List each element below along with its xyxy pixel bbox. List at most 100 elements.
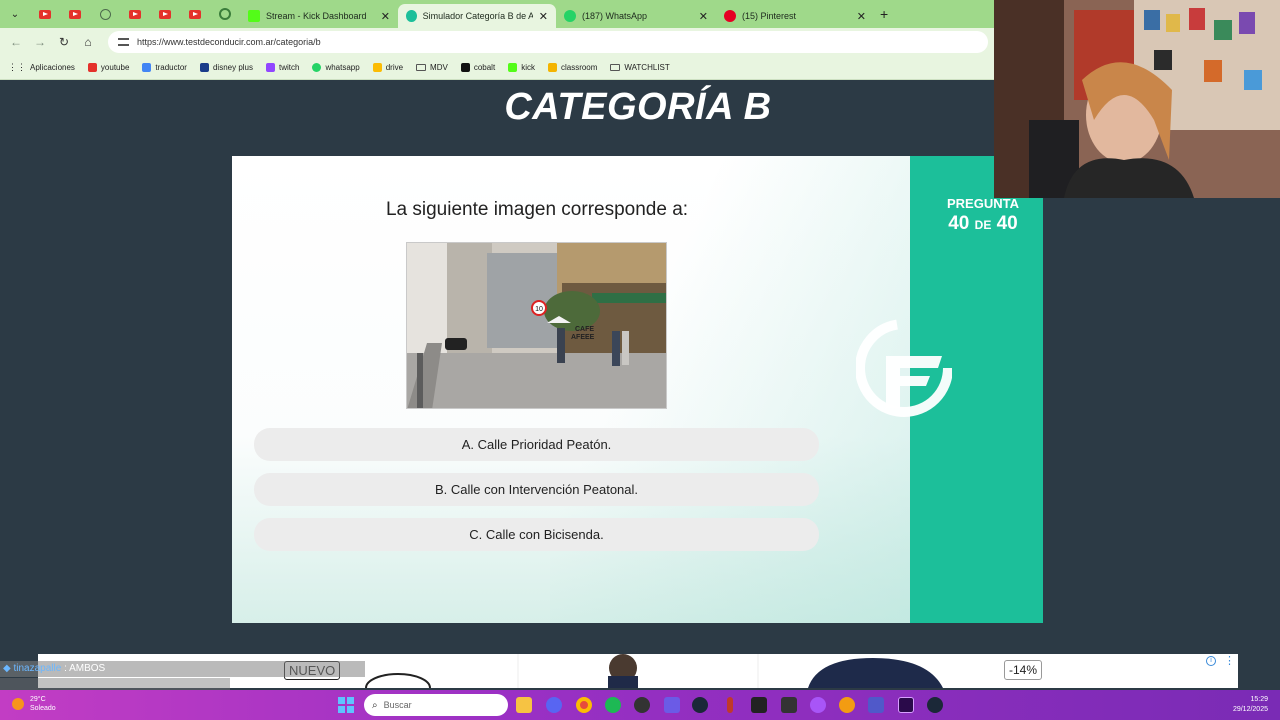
site-logo-icon xyxy=(856,319,952,417)
screen: ⌄ Stream - Kick Dashboard ✕ Simulador Ca… xyxy=(0,0,1280,720)
bookmark-youtube[interactable]: youtube xyxy=(87,63,130,72)
taskbar-search[interactable]: ⌕ Buscar xyxy=(364,694,508,716)
camera-app-icon[interactable] xyxy=(751,697,767,713)
webcam-overlay xyxy=(994,0,1280,198)
progress-current: 40 xyxy=(948,213,970,234)
tab-pinterest[interactable]: (15) Pinterest ✕ xyxy=(716,4,874,28)
bookmark-whatsapp[interactable]: whatsapp xyxy=(312,63,360,72)
youtube-icon xyxy=(189,9,201,19)
pinned-tab-youtube-1[interactable] xyxy=(30,0,60,28)
forward-icon[interactable]: → xyxy=(30,35,50,49)
search-placeholder: Buscar xyxy=(383,700,412,710)
obs-icon[interactable] xyxy=(634,697,650,713)
bookmark-label: Aplicaciones xyxy=(30,63,75,72)
ad-menu-icon[interactable]: ⋮ xyxy=(1224,654,1235,667)
notion-icon[interactable] xyxy=(781,697,797,713)
cobalt-icon xyxy=(460,63,470,72)
answer-option-b[interactable]: B. Calle con Intervención Peatonal. xyxy=(254,473,819,506)
steam-icon[interactable] xyxy=(692,697,708,713)
teams-icon[interactable] xyxy=(868,697,884,713)
testdeconducir-icon xyxy=(406,10,417,22)
bookmark-label: drive xyxy=(385,63,404,72)
ad-info-icon[interactable]: i xyxy=(1206,656,1216,666)
tab-search-menu[interactable]: ⌄ xyxy=(0,0,30,28)
translate-icon xyxy=(142,63,152,72)
bookmark-label: MDV xyxy=(430,63,448,72)
question-image: 10 CAFE AFEEE xyxy=(406,242,667,409)
whatsapp-icon xyxy=(564,10,576,22)
answer-option-c[interactable]: C. Calle con Bicisenda. xyxy=(254,518,819,551)
bookmark-traductor[interactable]: traductor xyxy=(142,63,187,72)
app-icon[interactable] xyxy=(664,697,680,713)
bookmark-label: traductor xyxy=(155,63,187,72)
app-red-icon[interactable] xyxy=(727,697,733,713)
pinned-tab-youtube-4[interactable] xyxy=(150,0,180,28)
youtube-icon xyxy=(159,9,171,19)
chrome-icon[interactable] xyxy=(576,697,592,713)
page-title: CATEGORÍA B xyxy=(504,86,772,128)
address-bar[interactable]: https://www.testdeconducir.com.ar/catego… xyxy=(108,31,988,53)
bookmark-kick[interactable]: kick xyxy=(508,63,535,72)
steam-icon-2[interactable] xyxy=(927,697,943,713)
pinned-tab-globe[interactable] xyxy=(90,0,120,28)
premiere-icon[interactable] xyxy=(898,697,914,713)
discord-icon[interactable] xyxy=(546,697,562,713)
bookmark-watchlist[interactable]: WATCHLIST xyxy=(610,63,670,72)
new-tab-button[interactable]: + xyxy=(880,6,888,22)
bookmark-classroom[interactable]: classroom xyxy=(547,63,598,72)
chat-badge-icon: ◆ xyxy=(3,663,11,674)
fl-studio-icon[interactable] xyxy=(839,697,855,713)
folder-icon xyxy=(610,64,621,71)
tab-label: Simulador Categoría B de Arge xyxy=(422,11,533,21)
site-info-icon[interactable] xyxy=(118,38,129,46)
tab-kick[interactable]: Stream - Kick Dashboard ✕ xyxy=(240,4,398,28)
bookmark-mdv[interactable]: MDV xyxy=(416,63,448,72)
bookmark-aplicaciones[interactable]: ⋮⋮ Aplicaciones xyxy=(8,62,75,73)
system-clock[interactable]: 15:29 29/12/2025 xyxy=(1233,695,1268,715)
pinned-tab-youtube-5[interactable] xyxy=(180,0,210,28)
youtube-icon xyxy=(87,63,97,72)
pinned-tab-youtube-3[interactable] xyxy=(120,0,150,28)
speed-sign-text: 10 xyxy=(535,306,543,313)
close-icon[interactable]: ✕ xyxy=(857,10,866,23)
progress-of: DE xyxy=(974,218,992,232)
chevron-down-icon: ⌄ xyxy=(10,8,20,20)
bookmark-label: twitch xyxy=(279,63,300,72)
bookmark-label: youtube xyxy=(100,63,130,72)
weather-status: Soleado xyxy=(30,705,56,712)
bookmark-cobalt[interactable]: cobalt xyxy=(460,63,496,72)
file-explorer-icon[interactable] xyxy=(516,697,532,713)
sun-icon xyxy=(12,698,24,710)
tab-label: (187) WhatsApp xyxy=(582,11,648,21)
close-icon[interactable]: ✕ xyxy=(539,10,548,23)
bookmark-label: classroom xyxy=(560,63,598,72)
spotify-icon[interactable] xyxy=(605,697,621,713)
chat-username: tinazapalle xyxy=(13,663,62,674)
tab-simulador[interactable]: Simulador Categoría B de Arge ✕ xyxy=(398,4,556,28)
classroom-icon xyxy=(547,63,557,72)
weather-widget[interactable]: 29°C Soleado xyxy=(12,695,56,713)
messenger-icon[interactable] xyxy=(810,697,826,713)
disney-icon xyxy=(199,63,209,72)
windows-start-icon[interactable] xyxy=(338,697,354,713)
url-text: https://www.testdeconducir.com.ar/catego… xyxy=(137,37,321,47)
home-icon[interactable]: ⌂ xyxy=(78,35,98,49)
reload-icon[interactable]: ↻ xyxy=(54,35,74,49)
bookmark-label: cobalt xyxy=(473,63,496,72)
pinned-tab-google[interactable] xyxy=(210,0,240,28)
youtube-icon xyxy=(39,9,51,19)
kick-icon xyxy=(248,10,260,22)
tab-whatsapp[interactable]: (187) WhatsApp ✕ xyxy=(556,4,716,28)
bookmark-twitch[interactable]: twitch xyxy=(266,63,299,72)
close-icon[interactable]: ✕ xyxy=(699,10,708,23)
back-icon[interactable]: ← xyxy=(6,35,26,49)
bookmark-drive[interactable]: drive xyxy=(372,63,404,72)
answer-option-a[interactable]: A. Calle Prioridad Peatón. xyxy=(254,428,819,461)
close-icon[interactable]: ✕ xyxy=(381,10,390,23)
folder-icon xyxy=(416,64,427,71)
google-icon xyxy=(219,8,231,20)
pinned-tab-youtube-2[interactable] xyxy=(60,0,90,28)
whatsapp-icon xyxy=(312,63,322,72)
bookmark-label: disney plus xyxy=(212,63,253,72)
bookmark-disney[interactable]: disney plus xyxy=(199,63,253,72)
